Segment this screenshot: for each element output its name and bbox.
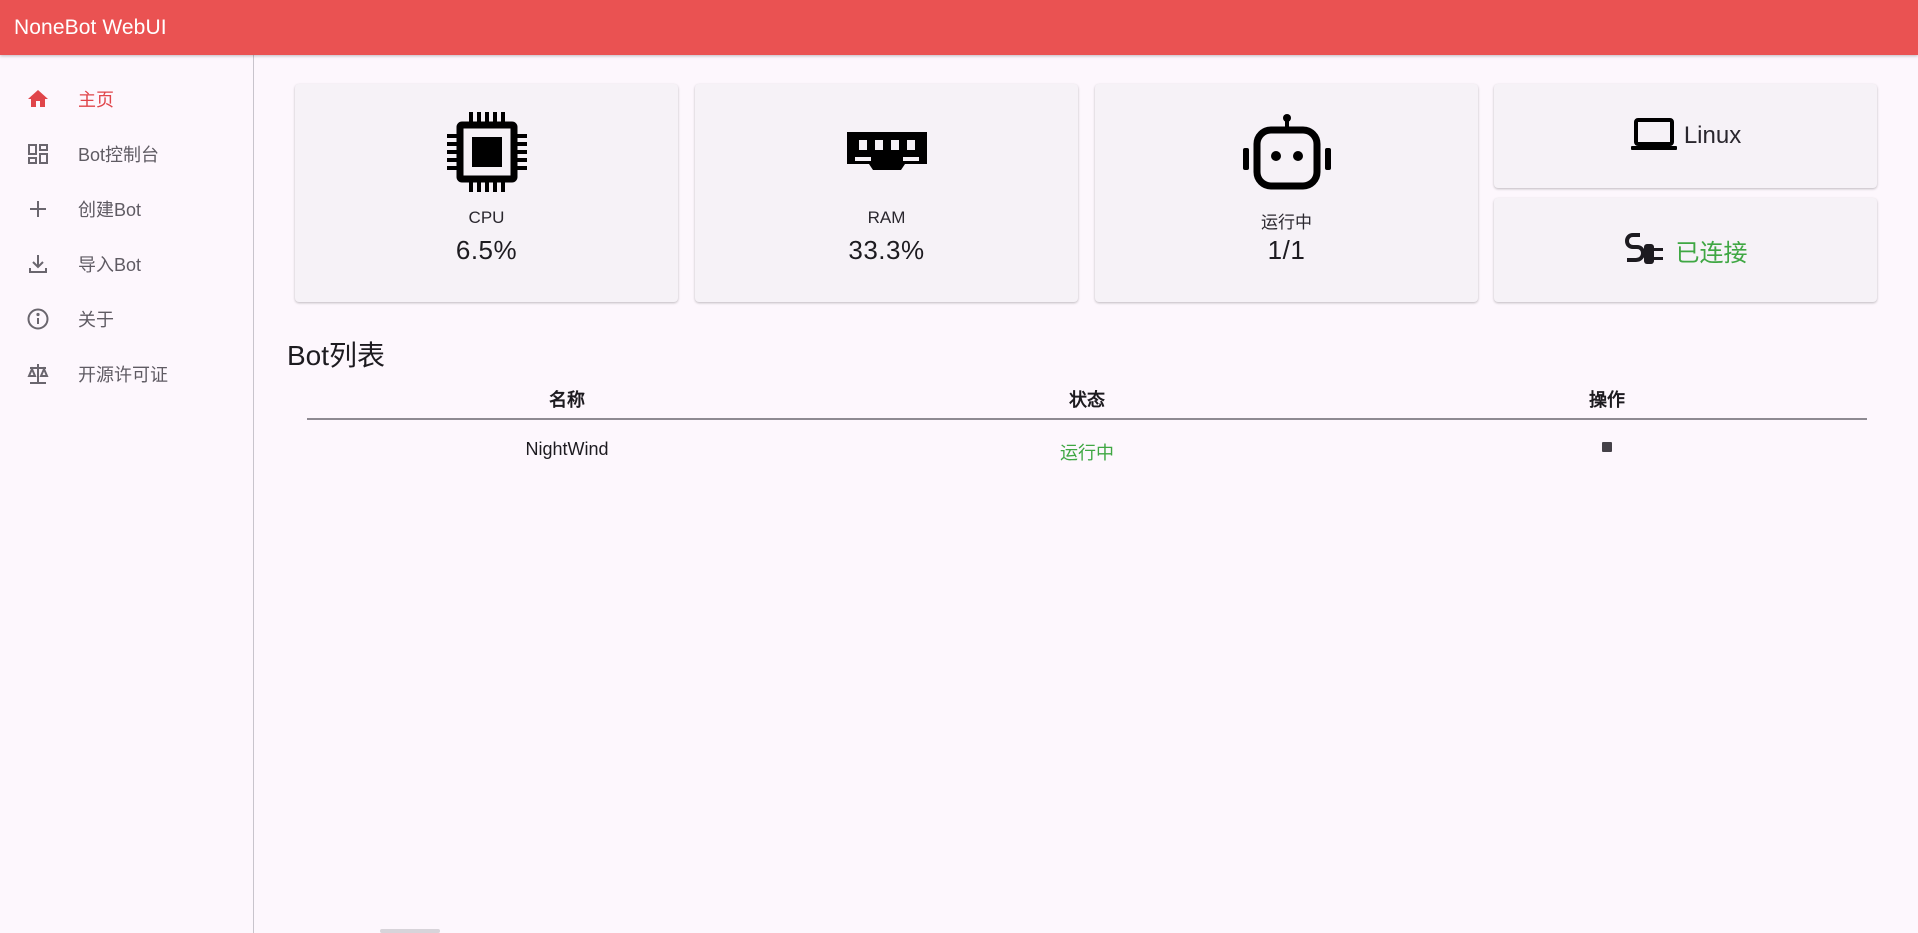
cpu-chip-icon bbox=[295, 112, 678, 192]
sidebar-item-about[interactable]: 关于 bbox=[0, 296, 253, 342]
os-label: Linux bbox=[1683, 122, 1742, 149]
column-header-status: 状态 bbox=[1069, 390, 1105, 410]
stop-bot-button[interactable] bbox=[1596, 436, 1618, 458]
download-icon bbox=[25, 251, 51, 277]
home-icon bbox=[25, 86, 51, 112]
scale-icon bbox=[25, 361, 51, 387]
info-icon bbox=[25, 306, 51, 332]
app-bar: NoneBot WebUI bbox=[0, 0, 1918, 55]
sidebar-item-label: Bot控制台 bbox=[78, 145, 160, 165]
cpu-label: CPU bbox=[468, 208, 505, 227]
connection-status: 已连接 bbox=[1675, 239, 1748, 267]
sidebar: 主页 Bot控制台 创建Bot 导入Bot 关于 开源许可证 bbox=[0, 55, 254, 933]
sidebar-item-label: 关于 bbox=[78, 310, 114, 330]
column-header-action: 操作 bbox=[1589, 390, 1625, 410]
plus-icon bbox=[25, 196, 51, 222]
table-row: NightWind 运行中 bbox=[307, 420, 1867, 478]
dashboard-icon bbox=[25, 141, 51, 167]
sidebar-item-label: 创建Bot bbox=[78, 200, 142, 220]
action-cell bbox=[1347, 436, 1867, 463]
bot-status: 运行中 bbox=[1060, 443, 1114, 463]
ram-label: RAM bbox=[867, 208, 906, 227]
memory-icon bbox=[695, 112, 1078, 192]
running-card: 运行中 1/1 bbox=[1095, 84, 1478, 302]
connection-card: 已连接 bbox=[1494, 198, 1877, 302]
running-value: 1/1 bbox=[1267, 235, 1306, 265]
horizontal-scrollbar[interactable] bbox=[380, 929, 440, 933]
sidebar-item-home[interactable]: 主页 bbox=[0, 76, 253, 122]
laptop-icon bbox=[1630, 117, 1678, 156]
sidebar-item-create-bot[interactable]: 创建Bot bbox=[0, 186, 253, 232]
app-title: NoneBot WebUI bbox=[14, 15, 167, 39]
cpu-value: 6.5% bbox=[455, 235, 518, 265]
stop-icon bbox=[1602, 442, 1612, 452]
cpu-card: CPU 6.5% bbox=[295, 84, 678, 302]
bot-name: NightWind bbox=[525, 439, 609, 459]
plug-icon bbox=[1624, 230, 1666, 271]
bot-table: 名称 状态 操作 NightWind 运行中 bbox=[307, 378, 1867, 478]
sidebar-item-label: 开源许可证 bbox=[78, 365, 168, 385]
sidebar-item-bot-console[interactable]: Bot控制台 bbox=[0, 131, 253, 177]
sidebar-item-label: 导入Bot bbox=[78, 255, 142, 275]
running-label: 运行中 bbox=[1261, 213, 1312, 232]
robot-icon bbox=[1095, 112, 1478, 192]
table-header: 名称 状态 操作 bbox=[307, 378, 1867, 420]
sidebar-item-license[interactable]: 开源许可证 bbox=[0, 351, 253, 397]
bot-list-title: Bot列表 bbox=[287, 340, 386, 371]
os-card: Linux bbox=[1494, 84, 1877, 188]
sidebar-item-import-bot[interactable]: 导入Bot bbox=[0, 241, 253, 287]
sidebar-item-label: 主页 bbox=[78, 90, 114, 110]
ram-value: 33.3% bbox=[848, 235, 925, 265]
ram-card: RAM 33.3% bbox=[695, 84, 1078, 302]
column-header-name: 名称 bbox=[549, 390, 585, 410]
